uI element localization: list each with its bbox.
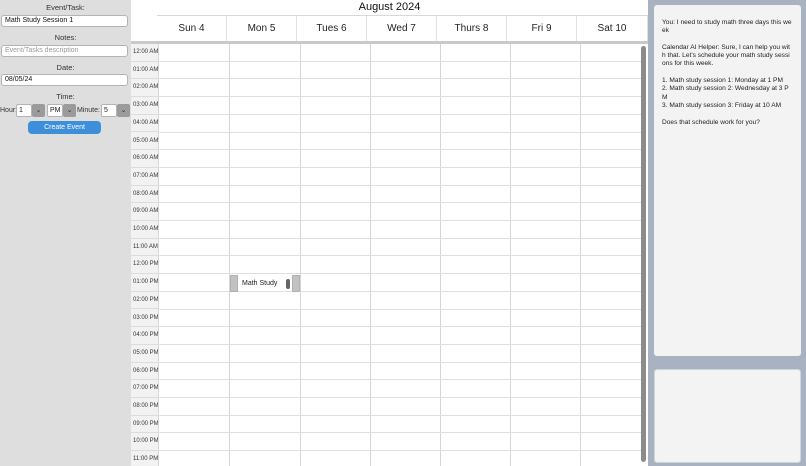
minute-label: Minute: [77, 107, 100, 114]
day-header-row: Sun 4 Mon 5 Tues 6 Wed 7 Thurs 8 Fri 9 S… [157, 15, 648, 42]
chat-input[interactable] [654, 369, 801, 463]
grid-hline [158, 60, 642, 62]
time-label: 03:00 AM [131, 97, 158, 115]
time-label: 04:00 PM [131, 327, 159, 345]
time-label: 05:00 AM [131, 133, 158, 151]
day-header-thu: Thurs 8 [437, 16, 507, 42]
chat-panel: You: I need to study math three days thi… [648, 0, 806, 466]
time-label: 02:00 PM [131, 292, 159, 310]
grid-hline [158, 149, 642, 151]
grid-hline [158, 166, 642, 168]
grid-hline [158, 131, 642, 133]
event-left-edge [230, 275, 238, 292]
calendar-grid[interactable]: 12:00 AM 01:00 AM 02:00 AM 03:00 AM 04:00 AM… [131, 44, 648, 466]
grid-hline [158, 96, 642, 98]
event-label: Math Study [242, 280, 278, 287]
event-right-edge [292, 275, 300, 292]
event-resize-handle[interactable] [286, 279, 290, 289]
hour-label: Hour: [0, 107, 18, 114]
grid-hline [158, 432, 642, 434]
calendar-scrollbar[interactable] [641, 46, 646, 462]
day-header-wed: Wed 7 [367, 16, 437, 42]
grid-hline [158, 414, 642, 416]
time-label: 06:00 PM [131, 363, 159, 381]
ampm-dropdown-button[interactable]: ⌄ [63, 104, 76, 117]
event-task-input[interactable]: Math Study Session 1 [1, 15, 128, 27]
grid-hline [158, 343, 642, 345]
grid-hline [158, 220, 642, 221]
calendar-event[interactable]: Math Study [230, 275, 300, 292]
chat-log: You: I need to study math three days thi… [654, 5, 801, 356]
time-label: 01:00 PM [131, 274, 159, 292]
time-label: 12:00 PM [131, 256, 159, 275]
time-label: 09:00 PM [131, 416, 159, 434]
chevron-down-icon: ⌄ [35, 107, 42, 114]
time-label: 08:00 PM [131, 398, 159, 416]
grid-hline [158, 184, 642, 186]
week-calendar: August 2024 Sun 4 Mon 5 Tues 6 Wed 7 Thu… [131, 0, 648, 466]
grid-hline [158, 308, 642, 310]
time-label: 07:00 PM [131, 380, 159, 398]
time-label: 08:00 AM [131, 186, 158, 204]
time-label: 12:00 AM [131, 44, 158, 62]
chat-messages: You: I need to study math three days thi… [662, 19, 792, 126]
grid-hline [158, 326, 642, 328]
time-label: Time: [56, 92, 75, 101]
hour-select[interactable]: 1 [16, 104, 32, 117]
grid-hline [158, 450, 642, 452]
grid-hline [158, 237, 642, 239]
chevron-down-icon: ⌄ [66, 107, 73, 114]
grid-hline [158, 113, 642, 115]
notes-input[interactable]: Event/Tasks description [1, 45, 128, 57]
minute-select[interactable]: 5 [101, 104, 117, 117]
time-column: 12:00 AM 01:00 AM 02:00 AM 03:00 AM 04:00 AM… [131, 44, 159, 466]
time-label: 04:00 AM [131, 115, 158, 133]
time-label: 07:00 AM [131, 168, 158, 186]
day-header-tue: Tues 6 [297, 16, 367, 42]
event-form-panel: Event/Task: Math Study Session 1 Notes: … [0, 0, 131, 466]
day-header-fri: Fri 9 [507, 16, 577, 42]
grid-hline [158, 202, 642, 204]
time-label: 10:00 AM [131, 221, 158, 239]
time-label: 10:00 PM [131, 433, 159, 452]
event-task-label: Event/Task: [46, 3, 85, 12]
day-header-sat: Sat 10 [577, 16, 648, 42]
month-title: August 2024 [358, 1, 421, 13]
time-label: 02:00 AM [131, 79, 158, 98]
notes-label: Notes: [54, 33, 77, 42]
minute-dropdown-button[interactable]: ⌄ [117, 104, 130, 117]
ampm-select[interactable]: PM [47, 104, 63, 117]
grid-hline [158, 78, 642, 80]
grid-hline [158, 379, 642, 381]
time-label: 11:00 AM [131, 239, 158, 257]
time-label: 03:00 PM [131, 310, 159, 328]
grid-hline [158, 273, 642, 275]
create-event-button[interactable]: Create Event [28, 121, 101, 134]
grid-hline [158, 361, 642, 363]
date-label: Date: [56, 63, 75, 72]
date-input[interactable]: 08/05/24 [1, 74, 128, 86]
day-header-sun: Sun 4 [157, 16, 227, 42]
hour-dropdown-button[interactable]: ⌄ [32, 104, 45, 117]
time-label: 01:00 AM [131, 62, 158, 80]
grid-hline [158, 397, 642, 398]
time-label: 05:00 PM [131, 345, 159, 363]
time-label: 06:00 AM [131, 150, 158, 168]
day-header-mon: Mon 5 [227, 16, 297, 42]
time-label: 11:00 PM [131, 451, 158, 466]
chevron-down-icon: ⌄ [120, 107, 127, 114]
time-label: 09:00 AM [131, 203, 158, 221]
grid-hline [158, 255, 642, 257]
